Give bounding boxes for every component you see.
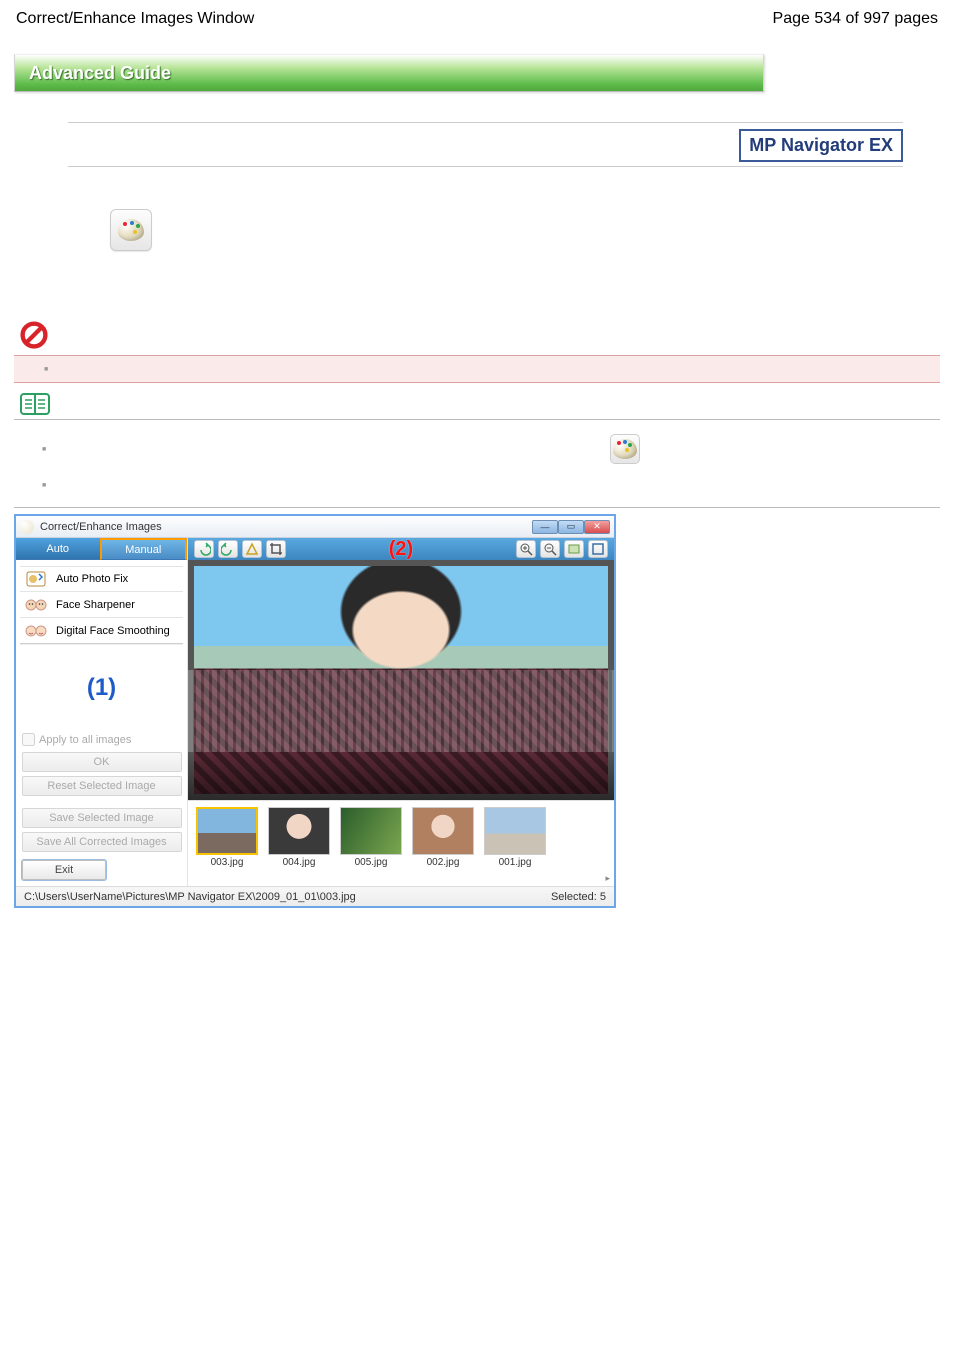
thumbnail-label: 005.jpg: [355, 857, 388, 868]
thumbnails-row: 003.jpg 004.jpg 005.jpg 002.jpg: [188, 800, 614, 886]
thumbnail-image: [196, 807, 258, 855]
thumbnail-image: [484, 807, 546, 855]
apply-to-all-label: Apply to all images: [39, 734, 131, 746]
thumbnail[interactable]: 004.jpg: [268, 807, 330, 868]
auto-photo-fix-icon: [24, 570, 48, 588]
zoom-out-button[interactable]: [540, 540, 560, 558]
app-icon: [20, 520, 34, 534]
dialog-title: Correct/Enhance Images: [40, 521, 162, 533]
close-button[interactable]: ✕: [584, 520, 610, 534]
status-path: C:\Users\UserName\Pictures\MP Navigator …: [24, 891, 356, 903]
zoom-in-button[interactable]: [516, 540, 536, 558]
callout-1: (1): [16, 646, 187, 729]
tool-auto-photo-fix[interactable]: Auto Photo Fix: [20, 566, 183, 592]
status-bar: C:\Users\UserName\Pictures\MP Navigator …: [16, 886, 614, 906]
digital-face-smoothing-icon: [24, 622, 48, 640]
rotate-right-button[interactable]: [218, 540, 238, 558]
thumbnail[interactable]: 005.jpg: [340, 807, 402, 868]
face-sharpener-icon: [24, 596, 48, 614]
thumbnail-image: [340, 807, 402, 855]
thumbnail[interactable]: 002.jpg: [412, 807, 474, 868]
thumbnail-label: 001.jpg: [499, 857, 532, 868]
dialog-titlebar: Correct/Enhance Images — ▭ ✕: [16, 516, 614, 538]
compare-button[interactable]: [242, 540, 262, 558]
tool-face-sharpener[interactable]: Face Sharpener: [20, 592, 183, 618]
ok-button[interactable]: OK: [22, 752, 182, 772]
thumbnail-label: 004.jpg: [283, 857, 316, 868]
fix-image-button-small[interactable]: [610, 434, 640, 464]
bullet: ■: [42, 446, 46, 453]
note-row: ■: [14, 355, 940, 383]
tool-label: Face Sharpener: [56, 599, 135, 611]
reset-selected-button[interactable]: Reset Selected Image: [22, 776, 182, 796]
crop-button[interactable]: [266, 540, 286, 558]
page-title-right: Page 534 of 997 pages: [773, 10, 938, 28]
minimize-button[interactable]: —: [532, 520, 558, 534]
advanced-guide-header: Advanced Guide: [14, 54, 764, 92]
thumbnail-image: [268, 807, 330, 855]
preview-toolbar: (2): [188, 538, 614, 560]
palette-icon: [613, 439, 637, 459]
save-selected-button[interactable]: Save Selected Image: [22, 808, 182, 828]
book-icon: [20, 393, 50, 415]
fit-window-button[interactable]: [564, 540, 584, 558]
mp-navigator-ex-logo: MP Navigator EX: [739, 129, 903, 162]
status-selected-count: Selected: 5: [551, 891, 606, 903]
exit-button[interactable]: Exit: [22, 860, 106, 880]
tool-digital-face-smoothing[interactable]: Digital Face Smoothing: [20, 618, 183, 644]
bullet: ■: [14, 482, 940, 489]
apply-to-all-checkbox[interactable]: [22, 733, 35, 746]
bullet: ■: [44, 366, 48, 373]
tool-label: Auto Photo Fix: [56, 573, 128, 585]
tab-auto[interactable]: Auto: [16, 538, 100, 560]
fix-image-button[interactable]: [110, 209, 152, 251]
rotate-left-button[interactable]: [194, 540, 214, 558]
save-all-corrected-button[interactable]: Save All Corrected Images: [22, 832, 182, 852]
preview-area: [188, 560, 614, 800]
scroll-right-icon[interactable]: ▸: [605, 873, 610, 884]
thumbnail-label: 003.jpg: [211, 857, 244, 868]
reference-row-1: ■: [14, 434, 940, 464]
tab-manual[interactable]: Manual: [100, 538, 188, 560]
thumbnail-label: 002.jpg: [427, 857, 460, 868]
maximize-button[interactable]: ▭: [558, 520, 584, 534]
callout-2: (2): [389, 538, 413, 560]
tool-label: Digital Face Smoothing: [56, 625, 170, 637]
page-title-left: Correct/Enhance Images Window: [16, 10, 254, 28]
fullscreen-button[interactable]: [588, 540, 608, 558]
palette-icon: [118, 219, 144, 241]
thumbnail-image: [412, 807, 474, 855]
thumbnail[interactable]: 003.jpg: [196, 807, 258, 868]
prohibit-icon: [20, 321, 48, 349]
thumbnail[interactable]: 001.jpg: [484, 807, 546, 868]
correct-enhance-dialog: Correct/Enhance Images — ▭ ✕ Auto Manual: [14, 514, 616, 908]
